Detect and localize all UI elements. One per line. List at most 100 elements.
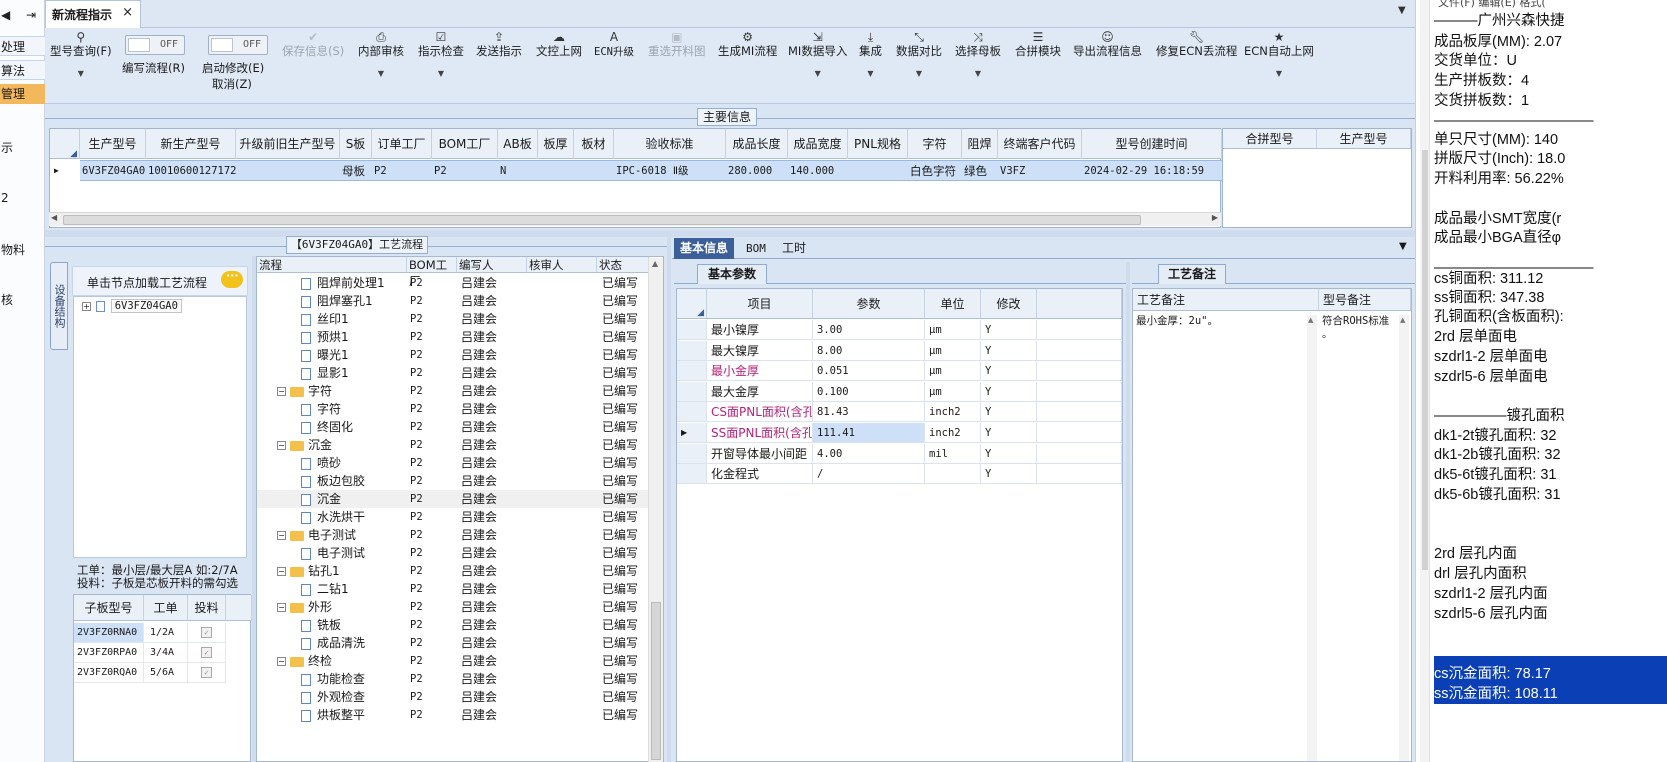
col-header[interactable]: 单位 xyxy=(925,289,981,319)
process-bom-cell[interactable]: P2 xyxy=(410,490,423,508)
process-writer-cell[interactable]: 吕建会 xyxy=(461,400,497,418)
process-bom-cell[interactable]: P2 xyxy=(410,688,423,706)
param-blank-cell[interactable] xyxy=(1037,320,1122,340)
process-name-cell[interactable]: − 终检 xyxy=(277,652,407,670)
process-name-cell[interactable]: − 电子测试 xyxy=(277,526,407,544)
process-writer-cell[interactable]: 吕建会 xyxy=(461,562,497,580)
process-writer-cell[interactable]: 吕建会 xyxy=(461,616,497,634)
table-cell[interactable]: 6V3FZ04GA0 xyxy=(80,161,146,181)
param-modify-cell[interactable]: Y xyxy=(981,402,1037,423)
param-blank-cell[interactable] xyxy=(1037,381,1122,402)
process-writer-cell[interactable]: 吕建会 xyxy=(461,472,497,490)
col-header[interactable]: 新生产型号 xyxy=(146,129,236,159)
scrollbar-thumb[interactable] xyxy=(1422,150,1428,570)
process-name-cell[interactable]: 喷砂 xyxy=(301,454,407,472)
process-remark[interactable]: 最小金厚：2u"。 xyxy=(1136,315,1218,328)
process-step-row[interactable]: 功能检查 P2 吕建会 已编写 xyxy=(257,670,649,688)
param-modify-cell[interactable]: Y xyxy=(981,381,1037,402)
feed-checkbox[interactable]: ✓ xyxy=(201,667,212,678)
notepad-line[interactable]: ——————————— xyxy=(1434,112,1594,130)
process-status-cell[interactable]: 已编写 xyxy=(602,418,638,436)
process-status-cell[interactable]: 已编写 xyxy=(602,688,638,706)
model-query-button[interactable]: ⚲ 型号查询(F) ▼ xyxy=(50,30,112,81)
notepad-line[interactable]: drl 层孔内面积 xyxy=(1434,565,1527,583)
process-step-row[interactable]: 板边包胶 P2 吕建会 已编写 xyxy=(257,472,649,490)
process-writer-cell[interactable]: 吕建会 xyxy=(461,544,497,562)
process-writer-cell[interactable]: 吕建会 xyxy=(461,418,497,436)
col-header[interactable]: PNL规格 xyxy=(848,129,908,159)
nav-item-6[interactable]: 核 xyxy=(0,290,45,310)
process-bom-cell[interactable]: P2 xyxy=(410,706,423,724)
vertical-splitter[interactable] xyxy=(1126,262,1130,762)
table-cell[interactable]: 5/6A xyxy=(144,663,188,683)
process-status-cell[interactable]: 已编写 xyxy=(602,310,638,328)
notepad-line[interactable]: 拼版尺寸(Inch): 18.0 xyxy=(1434,150,1565,168)
notepad-line[interactable]: ———广州兴森快捷 xyxy=(1434,12,1565,30)
param-modify-cell[interactable]: Y xyxy=(981,320,1037,340)
process-name-cell[interactable]: − 外形 xyxy=(277,598,407,616)
notepad-line[interactable]: 成品最小SMT宽度(r xyxy=(1434,210,1561,228)
remarks-grid[interactable]: 工艺备注 型号备注 最小金厚：2u"。 符合ROHS标准 。 ▲ ▲ xyxy=(1132,288,1412,762)
process-step-row[interactable]: 阻焊前处理1 P2 吕建会 已编写 xyxy=(257,274,649,292)
table-cell[interactable]: IPC-6018 Ⅱ级 xyxy=(614,161,726,181)
col-header[interactable]: 字符 xyxy=(908,129,962,159)
table-cell[interactable]: 2V3FZ0RQA0 xyxy=(74,663,144,683)
process-status-cell[interactable]: 已编写 xyxy=(602,328,638,346)
process-writer-cell[interactable]: 吕建会 xyxy=(461,310,497,328)
process-name-cell[interactable]: 丝印1 xyxy=(301,310,407,328)
process-bom-cell[interactable]: P2 xyxy=(410,526,423,544)
vertical-splitter[interactable] xyxy=(667,237,671,762)
process-status-cell[interactable]: 已编写 xyxy=(602,544,638,562)
param-blank-cell[interactable] xyxy=(1037,464,1122,485)
col-header[interactable]: 工单 xyxy=(144,595,188,621)
process-bom-cell[interactable]: P2 xyxy=(410,400,423,418)
process-writer-cell[interactable]: 吕建会 xyxy=(461,652,497,670)
notepad-line[interactable]: szdrl5-6 层单面电 xyxy=(1434,368,1548,386)
process-bom-cell[interactable]: P2 xyxy=(410,274,423,292)
process-bom-cell[interactable]: P2 xyxy=(410,652,423,670)
process-step-row[interactable]: 曝光1 P2 吕建会 已编写 xyxy=(257,346,649,364)
process-name-cell[interactable]: 显影1 xyxy=(301,364,407,382)
notepad-line[interactable]: 2rd 层单面电 xyxy=(1434,328,1517,346)
structure-tree[interactable] xyxy=(73,296,247,558)
process-bom-cell[interactable]: P2 xyxy=(410,562,423,580)
process-status-cell[interactable]: 已编写 xyxy=(602,292,638,310)
col-header[interactable]: 验收标准 xyxy=(614,129,726,159)
process-name-cell[interactable]: 曝光1 xyxy=(301,346,407,364)
param-blank-cell[interactable] xyxy=(1037,402,1122,423)
param-unit-cell[interactable]: μm xyxy=(925,361,981,382)
process-step-row[interactable]: 电子测试 P2 吕建会 已编写 xyxy=(257,544,649,562)
process-bom-cell[interactable]: P2 xyxy=(410,634,423,652)
param-item-cell[interactable]: 最小金厚 xyxy=(707,361,813,382)
notepad-menu[interactable]: 文件(F) 编辑(E) 格式( xyxy=(1438,0,1546,10)
tab-new-flow[interactable]: 新流程指示 × xyxy=(45,0,141,28)
process-name-cell[interactable]: − 字符 xyxy=(277,382,407,400)
collapse-icon[interactable]: − xyxy=(277,657,286,666)
notepad-scrollbar[interactable] xyxy=(1420,0,1430,762)
notepad-line[interactable]: 2rd 层孔内面 xyxy=(1434,545,1517,563)
col-header[interactable]: 子板型号 xyxy=(74,595,144,621)
col-header[interactable]: 终端客户代码 xyxy=(998,129,1082,159)
notepad-line[interactable]: 成品板厚(MM): 2.07 xyxy=(1434,33,1562,51)
process-step-row[interactable]: 喷砂 P2 吕建会 已编写 xyxy=(257,454,649,472)
notepad-line[interactable]: 孔铜面积(含板面积): xyxy=(1434,308,1564,326)
process-status-cell[interactable]: 已编写 xyxy=(602,634,638,652)
table-cell[interactable]: V3FZ xyxy=(998,161,1082,181)
process-writer-cell[interactable]: 吕建会 xyxy=(461,454,497,472)
row-selector[interactable]: ▶ xyxy=(677,423,707,443)
scroll-up-icon[interactable]: ▲ xyxy=(652,259,658,268)
ecn-auto-upload-button[interactable]: ★ ECN自动上网 ▼ xyxy=(1244,30,1314,81)
col-header[interactable]: 型号创建时间 xyxy=(1082,129,1222,159)
param-item-cell[interactable]: SS面PNL面积(含孔) xyxy=(707,423,813,443)
process-name-cell[interactable]: 阻焊前处理1 xyxy=(301,274,407,292)
scroll-up-icon[interactable]: ▲ xyxy=(1400,316,1405,324)
process-bom-cell[interactable]: P2 xyxy=(410,364,423,382)
collapse-icon[interactable]: − xyxy=(277,531,286,540)
process-status-cell[interactable]: 已编写 xyxy=(602,508,638,526)
process-bom-cell[interactable]: P2 xyxy=(410,580,423,598)
process-status-cell[interactable]: 已编写 xyxy=(602,562,638,580)
table-cell[interactable]: 3/4A xyxy=(144,643,188,663)
col-header[interactable]: 生产型号 xyxy=(1317,129,1411,149)
doc-upload-button[interactable]: ☁ 文控上网 xyxy=(536,30,582,59)
notepad-line[interactable]: 开料利用率: 56.22% xyxy=(1434,170,1564,188)
